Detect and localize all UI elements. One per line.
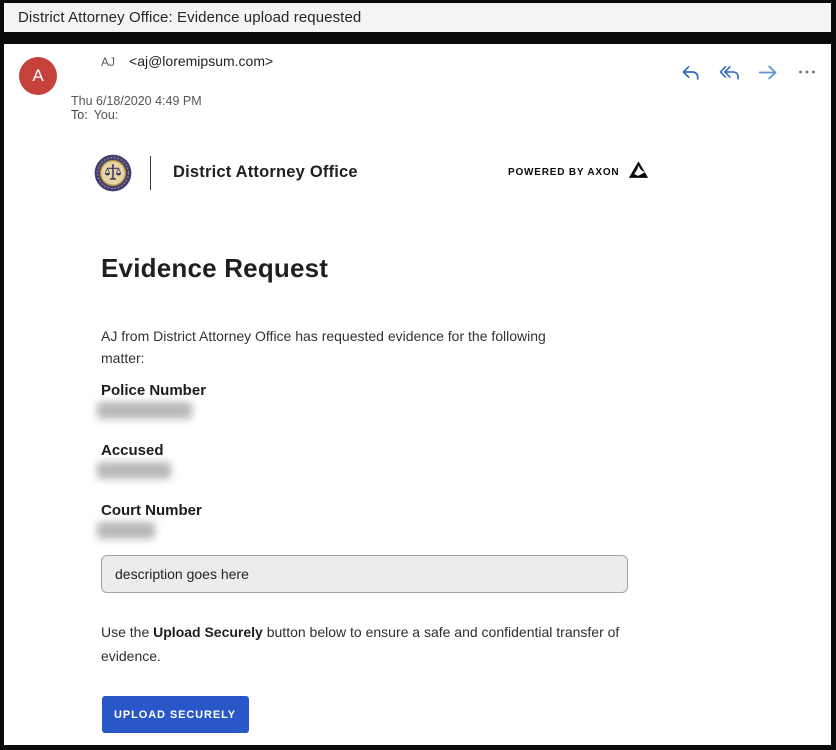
powered-by-axon: POWERED BY AXON: [508, 159, 649, 185]
field-label-police-number: Police Number: [101, 382, 206, 399]
instruction-prefix: Use the: [101, 624, 153, 640]
highlight-inner: UPLOAD SECURELY: [95, 687, 255, 742]
to-label: To:: [71, 108, 88, 122]
sender-email[interactable]: <aj@loremipsum.com>: [129, 53, 273, 69]
sender-name: AJ: [101, 55, 115, 69]
to-value: You:: [94, 108, 119, 122]
instruction-emphasis: Upload Securely: [153, 624, 263, 640]
recipient-line: To: You:: [71, 108, 118, 122]
brand-divider: [150, 156, 151, 190]
sender-avatar[interactable]: A: [19, 57, 57, 95]
description-box[interactable]: description goes here: [101, 555, 628, 593]
avatar-initial: A: [32, 66, 43, 86]
field-label-accused: Accused: [101, 442, 164, 459]
powered-by-label: POWERED BY AXON: [508, 167, 619, 178]
email-title: Evidence Request: [101, 253, 328, 284]
field-label-court-number: Court Number: [101, 502, 202, 519]
reply-all-icon[interactable]: [718, 61, 740, 83]
field-value-accused-redacted: [97, 462, 171, 479]
message-actions: [679, 61, 818, 83]
field-value-police-number-redacted: [97, 402, 192, 419]
intro-text: AJ from District Attorney Office has req…: [101, 325, 546, 369]
instruction-text: Use the Upload Securely button below to …: [101, 620, 636, 668]
email-panel: A AJ <aj@loremipsum.com>: [4, 44, 831, 745]
sender-row: AJ <aj@loremipsum.com>: [101, 53, 273, 69]
district-attorney-seal-icon: [94, 154, 132, 192]
subject-bar: District Attorney Office: Evidence uploa…: [4, 3, 831, 32]
axon-logo-icon: [628, 159, 649, 185]
upload-securely-button[interactable]: UPLOAD SECURELY: [102, 696, 249, 733]
description-text: description goes here: [115, 566, 249, 582]
field-value-court-number-redacted: [97, 522, 155, 539]
more-options-icon[interactable]: [796, 61, 818, 83]
message-timestamp: Thu 6/18/2020 4:49 PM: [71, 94, 202, 108]
upload-button-highlight: UPLOAD SECURELY: [86, 678, 264, 750]
forward-icon[interactable]: [757, 61, 779, 83]
email-subject: District Attorney Office: Evidence uploa…: [18, 9, 361, 26]
reply-icon[interactable]: [679, 61, 701, 83]
organization-name: District Attorney Office: [173, 163, 358, 182]
email-viewer-window: District Attorney Office: Evidence uploa…: [0, 0, 836, 749]
